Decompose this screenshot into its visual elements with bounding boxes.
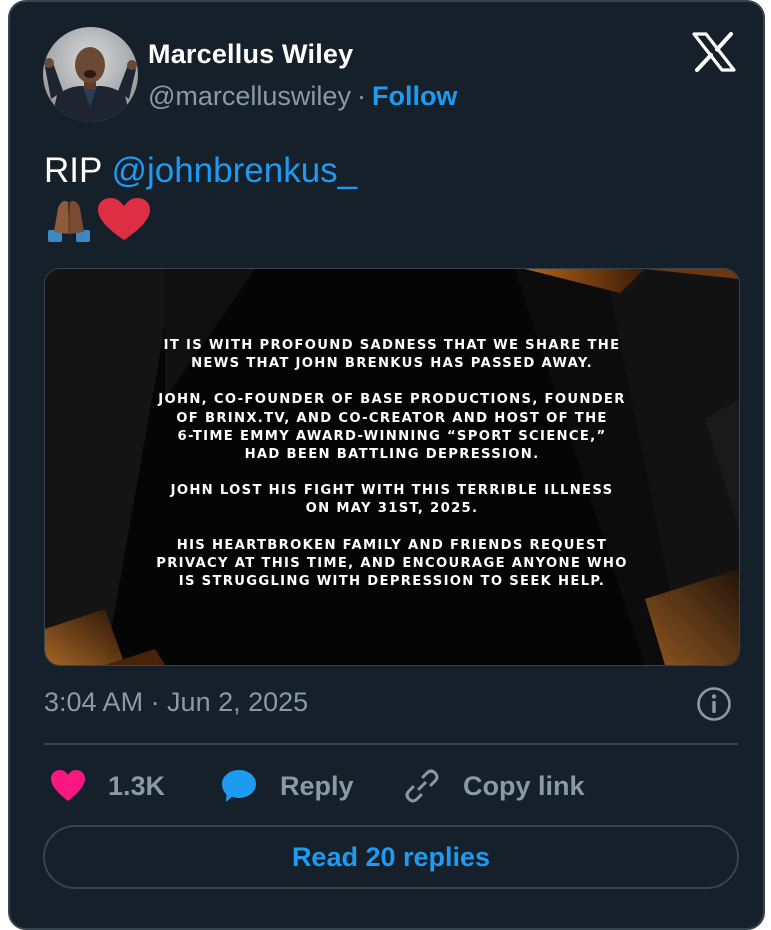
tweet-mention-link[interactable]: @johnbrenkus_ bbox=[111, 151, 357, 190]
tweet-text-prefix: RIP bbox=[44, 151, 112, 190]
like-count: 1.3K bbox=[108, 771, 166, 801]
reply-button[interactable]: Reply bbox=[220, 766, 354, 806]
author-handle[interactable]: @marcelluswiley bbox=[148, 81, 351, 111]
tweet-timestamp[interactable]: 3:04 AM · Jun 2, 2025 bbox=[44, 686, 308, 718]
media-image[interactable]: IT IS WITH PROFOUND SADNESS THAT WE SHAR… bbox=[44, 268, 740, 666]
info-icon[interactable] bbox=[696, 686, 732, 722]
divider bbox=[44, 743, 738, 745]
link-icon bbox=[405, 769, 439, 803]
handle-separator: · bbox=[356, 81, 366, 111]
copy-link-button[interactable]: Copy link bbox=[403, 766, 585, 806]
tweet-embed-card: Marcellus Wiley @marcelluswiley · Follow R… bbox=[8, 0, 765, 930]
author-display-name[interactable]: Marcellus Wiley bbox=[148, 38, 353, 70]
author-handle-row: @marcelluswiley · Follow bbox=[148, 80, 457, 112]
media-paragraph: JOHN, CO-FOUNDER OF BASE PRODUCTIONS, FO… bbox=[158, 392, 626, 463]
read-replies-button[interactable]: Read 20 replies bbox=[43, 825, 739, 889]
folded-hands-icon bbox=[48, 200, 90, 242]
media-paragraph: IT IS WITH PROFOUND SADNESS THAT WE SHAR… bbox=[163, 338, 621, 372]
follow-button[interactable]: Follow bbox=[372, 81, 457, 111]
avatar-photo bbox=[43, 27, 138, 122]
tweet-text: RIP @johnbrenkus_ bbox=[44, 150, 357, 192]
like-button[interactable]: 1.3K bbox=[50, 766, 165, 806]
red-heart-icon bbox=[98, 198, 150, 240]
emoji-line bbox=[48, 198, 150, 242]
media-announcement-text: IT IS WITH PROFOUND SADNESS THAT WE SHAR… bbox=[45, 337, 739, 609]
reply-bubble-icon bbox=[222, 770, 256, 802]
x-logo-icon[interactable] bbox=[692, 32, 736, 72]
reply-label: Reply bbox=[280, 771, 354, 801]
media-paragraph: JOHN LOST HIS FIGHT WITH THIS TERRIBLE I… bbox=[170, 483, 614, 517]
heart-icon bbox=[51, 770, 85, 801]
copy-link-label: Copy link bbox=[463, 771, 585, 801]
avatar[interactable] bbox=[43, 27, 138, 122]
media-paragraph: HIS HEARTBROKEN FAMILY AND FRIENDS REQUE… bbox=[156, 537, 628, 590]
